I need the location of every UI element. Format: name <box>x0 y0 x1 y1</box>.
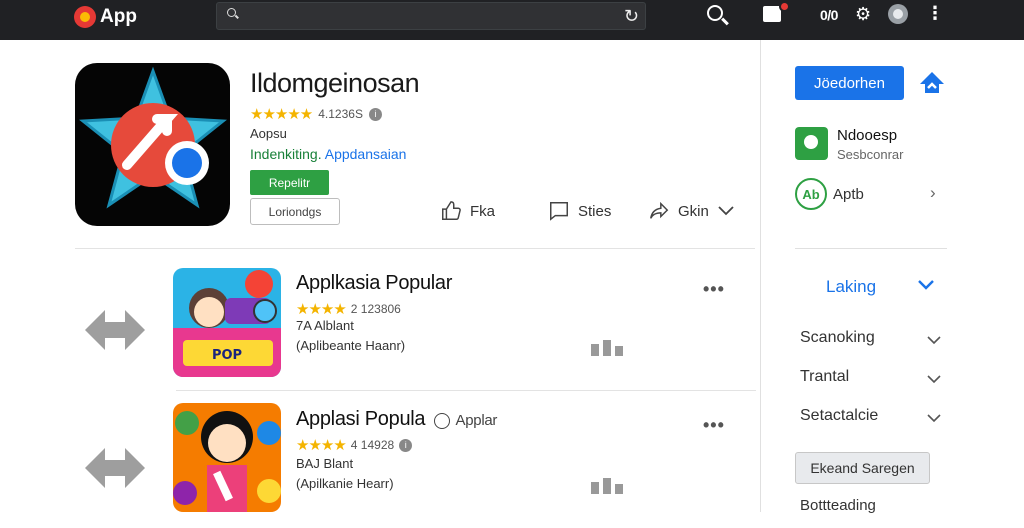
item-line2: (Aplibeante Haanr) <box>296 338 406 353</box>
info-icon[interactable]: i <box>368 107 382 121</box>
wishlist-button[interactable]: Loriondgs <box>250 198 340 225</box>
more-horiz-icon[interactable]: ••• <box>703 415 725 436</box>
explore-button[interactable]: Ekeand Saregen <box>795 452 930 484</box>
like-action[interactable]: Fka <box>440 200 495 222</box>
list-item[interactable]: Applasi Popula Applar ★★★★ 4 14928 i BAJ… <box>75 398 755 528</box>
item-title[interactable]: Applkasia Popular <box>296 272 452 295</box>
chevron-down-icon[interactable] <box>925 411 943 425</box>
chevron-right-icon[interactable]: › <box>930 183 936 203</box>
svg-text:POP: POP <box>212 348 242 363</box>
sidebar-row-label: Setactalcie <box>800 407 879 424</box>
chevron-down-icon[interactable] <box>925 372 943 386</box>
star-rating: ★★★★★ <box>250 106 313 123</box>
rating-count: 2 123806 <box>350 302 401 316</box>
thumbs-up-icon <box>442 201 461 220</box>
rating-count: 4.1236S <box>318 107 363 121</box>
ranking-header[interactable]: Laking <box>826 277 876 297</box>
comment-icon <box>550 202 568 221</box>
chevron-down-icon[interactable] <box>925 333 943 347</box>
search-icon[interactable] <box>707 5 723 21</box>
app-name: App <box>100 6 137 27</box>
app-thumbnail[interactable]: POP <box>173 268 281 377</box>
gear-icon[interactable]: ⚙ <box>855 4 871 25</box>
like-label: Fka <box>470 202 496 220</box>
item-title-text: Applasi Popula <box>296 408 426 430</box>
arrows-icon[interactable] <box>83 300 147 360</box>
avatar-icon[interactable] <box>888 4 908 24</box>
list-item[interactable]: POP Applkasia Popular ★★★★ 2 123806 7A A… <box>75 262 755 392</box>
item-rating: ★★★★ 2 123806 <box>296 300 401 318</box>
home-icon[interactable] <box>918 68 946 96</box>
share-action[interactable]: Gkin <box>648 200 735 222</box>
share-label: Gkin <box>678 202 709 220</box>
app-title: Ildomgeinosan <box>250 68 420 98</box>
app-rating: ★★★★★ 4.1236S i <box>250 105 382 123</box>
apk-badge-icon[interactable]: Ab <box>795 178 827 210</box>
more-horiz-icon[interactable]: ••• <box>703 279 725 300</box>
sidebar-row[interactable]: Trantal <box>800 368 946 386</box>
more-vert-icon[interactable]: ⋮ <box>926 3 944 24</box>
category-line: Indenkiting. Appdansaian <box>250 146 406 162</box>
count-label: 0/0 <box>820 7 838 23</box>
app-thumbnail[interactable] <box>173 403 281 512</box>
sidebar-divider <box>795 248 947 249</box>
search-input[interactable]: ↻ <box>216 2 646 30</box>
item-line1: 7A Alblant <box>296 318 354 333</box>
item-rating: ★★★★ 4 14928 i <box>296 436 413 454</box>
install-button[interactable]: Repelitr <box>250 170 329 195</box>
chevron-down-icon[interactable] <box>916 277 936 293</box>
apk-label[interactable]: Aptb <box>833 186 864 203</box>
info-icon <box>433 413 450 430</box>
item-tag-label: Applar <box>455 412 498 429</box>
share-icon <box>650 201 669 219</box>
notification-badge <box>779 1 790 12</box>
primary-action-button[interactable]: Jöedorhen <box>795 66 904 100</box>
item-title[interactable]: Applasi Popula Applar <box>296 408 497 431</box>
developer-card-title[interactable]: Ndooesp <box>837 127 897 144</box>
rating-count: 4 14928 <box>350 438 395 452</box>
app-logo[interactable]: App <box>74 6 137 28</box>
app-icon <box>75 63 230 226</box>
list-divider <box>176 390 756 391</box>
sidebar-row[interactable]: Setactalcie <box>800 407 946 425</box>
category-secondary[interactable]: Appdansaian <box>325 146 407 162</box>
category-primary[interactable]: Indenkiting. <box>250 146 322 162</box>
bars-icon <box>591 340 623 356</box>
bottom-section-label: Bottteading <box>800 497 876 514</box>
comment-label: Sties <box>578 202 612 220</box>
developer-name[interactable]: Aopsu <box>250 126 287 141</box>
star-rating: ★★★★ <box>296 301 347 318</box>
section-divider <box>75 248 755 249</box>
developer-icon[interactable] <box>795 127 828 160</box>
refresh-icon[interactable]: ↻ <box>624 6 639 26</box>
top-bar: App ↻ 0/0 ⚙ ⋮ <box>0 0 1024 40</box>
info-icon[interactable]: i <box>399 438 413 452</box>
sidebar-row-label: Scanoking <box>800 329 875 346</box>
arrows-icon[interactable] <box>83 438 147 498</box>
item-line1: BAJ Blant <box>296 456 354 471</box>
notification-icon[interactable] <box>763 6 781 22</box>
comment-action[interactable]: Sties <box>548 200 611 222</box>
sidebar-row[interactable]: Scanoking <box>800 329 946 347</box>
sidebar-row-label: Trantal <box>800 368 850 385</box>
developer-card-subtitle: Sesbconrar <box>837 147 904 162</box>
chevron-down-icon[interactable] <box>717 205 735 217</box>
star-rating: ★★★★ <box>296 437 347 454</box>
item-tag: Applar <box>431 412 498 430</box>
app-logo-icon <box>74 6 96 28</box>
sidebar-separator <box>760 40 761 512</box>
item-line2: (Apilkanie Hearr) <box>296 476 394 491</box>
bars-icon <box>591 478 623 494</box>
search-icon <box>227 8 236 17</box>
